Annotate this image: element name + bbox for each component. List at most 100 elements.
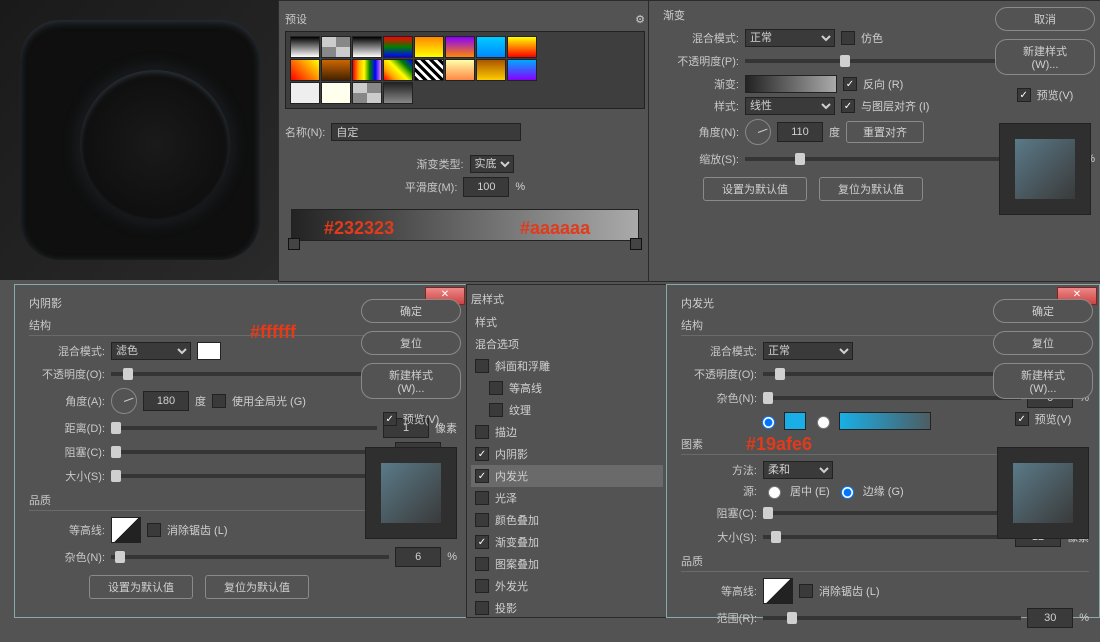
preview-checkbox[interactable] <box>1015 412 1029 426</box>
reset-default-button[interactable]: 复位为默认值 <box>819 177 923 201</box>
distance-slider[interactable] <box>111 426 377 430</box>
gradient-editor-panel: 预设 ⚙ 名称(N): <box>278 0 652 282</box>
source-center-radio[interactable] <box>768 486 781 499</box>
dither-checkbox[interactable] <box>841 31 855 45</box>
style-color-overlay[interactable]: 颜色叠加 <box>471 509 663 531</box>
preset-swatch[interactable] <box>445 36 475 58</box>
ok-button[interactable]: 确定 <box>361 299 461 323</box>
style-inner-glow[interactable]: 内发光 <box>471 465 663 487</box>
ok-button[interactable]: 确定 <box>993 299 1093 323</box>
choke-slider[interactable] <box>111 450 389 454</box>
preset-swatch[interactable] <box>352 59 382 81</box>
preview-thumbnail <box>365 447 457 539</box>
gradient-ramp[interactable] <box>291 209 639 241</box>
angle-dial[interactable] <box>111 388 137 414</box>
preset-swatch[interactable] <box>507 36 537 58</box>
range-slider[interactable] <box>763 616 1021 620</box>
style-texture[interactable]: 纹理 <box>471 399 663 421</box>
reset-align-button[interactable]: 重置对齐 <box>846 121 924 143</box>
reset-default-button[interactable]: 复位为默认值 <box>205 575 309 599</box>
style-outer-glow[interactable]: 外发光 <box>471 575 663 597</box>
global-light-checkbox[interactable] <box>212 394 226 408</box>
style-stroke[interactable]: 描边 <box>471 421 663 443</box>
style-pattern-overlay[interactable]: 图案叠加 <box>471 553 663 575</box>
presets-label: 预设 <box>285 11 307 27</box>
source-edge-radio[interactable] <box>841 486 854 499</box>
range-input[interactable] <box>1027 608 1073 628</box>
newstyle-button[interactable]: 新建样式(W)... <box>995 39 1095 75</box>
newstyle-button[interactable]: 新建样式(W)... <box>361 363 461 399</box>
preset-swatch[interactable] <box>290 59 320 81</box>
style-satin[interactable]: 光泽 <box>471 487 663 509</box>
noise-slider[interactable] <box>763 396 1021 400</box>
align-checkbox[interactable] <box>841 99 855 113</box>
preview-checkbox[interactable] <box>383 412 397 426</box>
preview-checkbox[interactable] <box>1017 88 1031 102</box>
smoothness-input[interactable] <box>463 177 509 197</box>
gradient-type-select[interactable]: 实底 <box>470 155 514 173</box>
glow-color-swatch[interactable] <box>784 412 806 430</box>
set-default-button[interactable]: 设置为默认值 <box>89 575 193 599</box>
cancel-button[interactable]: 取消 <box>995 7 1095 31</box>
preset-swatch[interactable] <box>445 59 475 81</box>
noise-slider[interactable] <box>111 555 389 559</box>
angle-input[interactable] <box>143 391 189 411</box>
contour-picker[interactable] <box>763 578 793 604</box>
product-preview <box>0 0 278 280</box>
blend-mode-select[interactable]: 正常 <box>763 342 853 360</box>
glow-gradient[interactable] <box>839 412 931 430</box>
preset-swatch[interactable] <box>476 59 506 81</box>
preset-swatch[interactable] <box>290 82 320 104</box>
preset-swatch[interactable] <box>507 59 537 81</box>
choke-slider[interactable] <box>763 511 1021 515</box>
preset-swatch[interactable] <box>321 59 351 81</box>
angle-dial[interactable] <box>745 119 771 145</box>
style-blend-options[interactable]: 混合选项 <box>471 333 663 355</box>
gradient-radio[interactable] <box>817 416 830 429</box>
preset-swatch[interactable] <box>290 36 320 58</box>
newstyle-button[interactable]: 新建样式(W)... <box>993 363 1093 399</box>
preset-swatch[interactable] <box>476 36 506 58</box>
opacity-slider[interactable] <box>111 372 389 376</box>
style-inner-shadow[interactable]: 内阴影 <box>471 443 663 465</box>
color-swatch[interactable] <box>197 342 221 360</box>
gradient-presets[interactable] <box>285 31 645 109</box>
inner-shadow-panel: ✕ 内阴影 结构 混合模式: 滤色 不透明度(O): % 角度(A): 度 使用… <box>14 284 468 618</box>
blend-mode-select[interactable]: 滤色 <box>111 342 191 360</box>
preset-swatch[interactable] <box>383 36 413 58</box>
preset-swatch[interactable] <box>383 59 413 81</box>
style-drop-shadow[interactable]: 投影 <box>471 597 663 619</box>
size-slider[interactable] <box>111 474 377 478</box>
noise-input[interactable] <box>395 547 441 567</box>
preset-swatch[interactable] <box>414 36 444 58</box>
reset-button[interactable]: 复位 <box>993 331 1093 355</box>
reset-button[interactable]: 复位 <box>361 331 461 355</box>
contour-picker[interactable] <box>111 517 141 543</box>
color-radio[interactable] <box>762 416 775 429</box>
set-default-button[interactable]: 设置为默认值 <box>703 177 807 201</box>
preview-thumbnail <box>999 123 1091 215</box>
antialias-checkbox[interactable] <box>147 523 161 537</box>
blend-mode-select[interactable]: 正常 <box>745 29 835 47</box>
angle-input[interactable] <box>777 122 823 142</box>
preset-swatch[interactable] <box>414 59 444 81</box>
style-gradient-overlay[interactable]: 渐变叠加 <box>471 531 663 553</box>
gradient-name-input[interactable] <box>331 123 521 141</box>
opacity-slider[interactable] <box>763 372 1021 376</box>
style-bevel[interactable]: 斜面和浮雕 <box>471 355 663 377</box>
preset-swatch[interactable] <box>352 36 382 58</box>
size-slider[interactable] <box>763 535 1009 539</box>
style-contour[interactable]: 等高线 <box>471 377 663 399</box>
style-select[interactable]: 线性 <box>745 97 835 115</box>
preset-swatch[interactable] <box>352 82 382 104</box>
reverse-checkbox[interactable] <box>843 77 857 91</box>
gradient-preview[interactable] <box>745 75 837 93</box>
preset-swatch[interactable] <box>321 36 351 58</box>
gear-icon[interactable]: ⚙ <box>635 13 645 26</box>
color-stop[interactable] <box>288 238 300 250</box>
preset-swatch[interactable] <box>321 82 351 104</box>
technique-select[interactable]: 柔和 <box>763 461 833 479</box>
color-stop[interactable] <box>630 238 642 250</box>
preset-swatch[interactable] <box>383 82 413 104</box>
antialias-checkbox[interactable] <box>799 584 813 598</box>
